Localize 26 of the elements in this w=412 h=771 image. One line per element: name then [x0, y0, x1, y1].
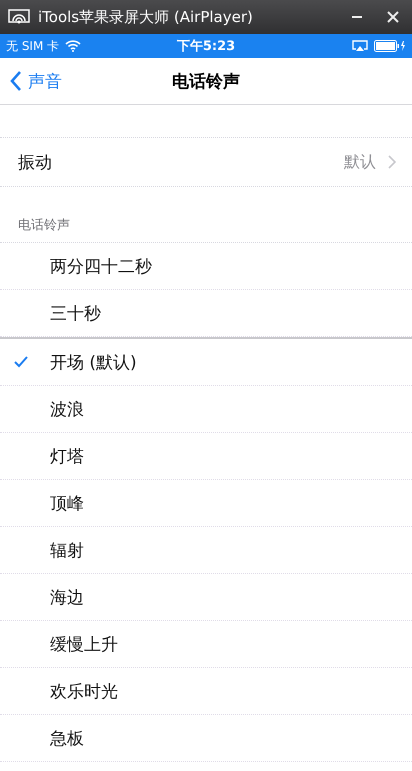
airplay-icon — [352, 40, 368, 52]
ringtone-item[interactable]: 辐射 — [0, 527, 412, 574]
ringtone-item[interactable]: 海边 — [0, 574, 412, 621]
close-icon — [387, 11, 399, 23]
back-button[interactable]: 声音 — [8, 66, 64, 96]
ringtone-item[interactable]: 开场 (默认) — [0, 339, 412, 386]
ringtone-item[interactable]: 缓慢上升 — [0, 621, 412, 668]
battery-icon — [374, 40, 406, 52]
status-time: 下午5:23 — [176, 38, 236, 55]
chevron-icon — [388, 155, 396, 169]
vibration-value: 默认 — [344, 152, 376, 172]
carrier-text: 无 SIM 卡 — [6, 38, 60, 54]
ringtone-item[interactable]: 三十秒 — [0, 290, 412, 337]
chevron-left-icon — [10, 70, 22, 92]
page-title: 电话铃声 — [172, 70, 240, 92]
window-title: iTools苹果录屏大师 (AirPlayer) — [38, 8, 254, 26]
wifi-icon — [65, 40, 82, 52]
ringtone-item[interactable]: 两分四十二秒 — [0, 243, 412, 290]
screen-cast-icon — [8, 9, 30, 25]
ringtone-item[interactable]: 灯塔 — [0, 433, 412, 480]
section-header: 电话铃声 — [18, 217, 70, 234]
ringtone-item[interactable]: 急板 — [0, 715, 412, 762]
ringtone-item[interactable]: 欢乐时光 — [0, 668, 412, 715]
vibration-row[interactable]: 振动 默认 — [0, 138, 412, 187]
ringtone-item[interactable]: 顶峰 — [0, 480, 412, 527]
ringtone-item[interactable]: 波浪 — [0, 386, 412, 433]
